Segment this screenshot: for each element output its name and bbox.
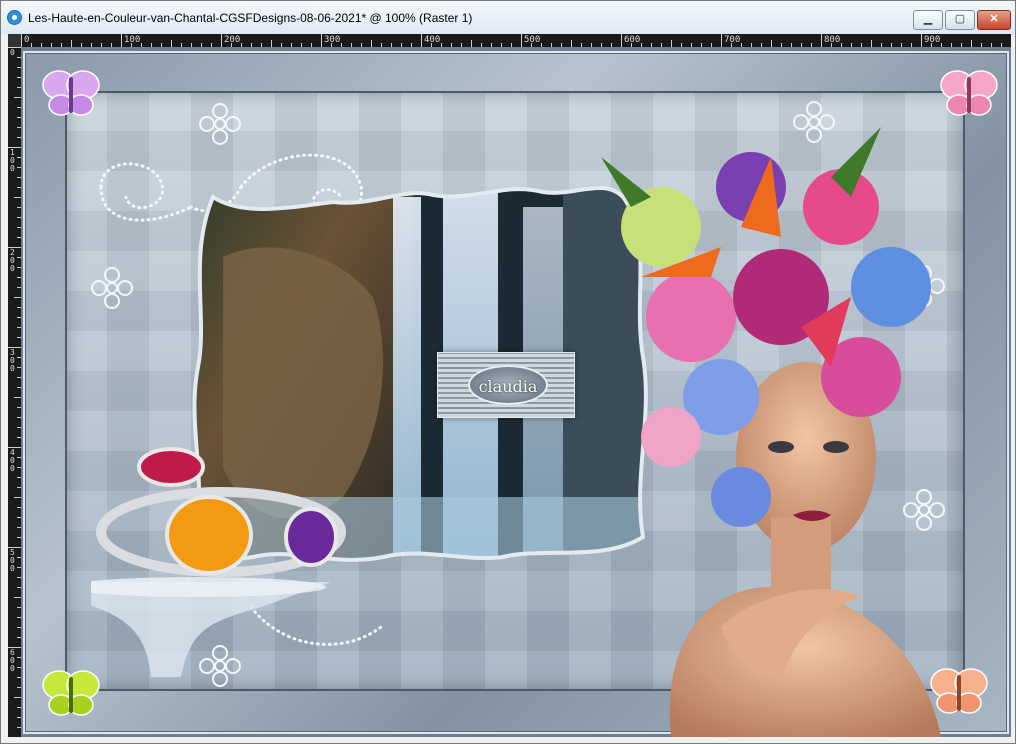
- ruler-label: 0: [24, 35, 30, 45]
- close-icon: ✕: [989, 13, 999, 25]
- ruler-label: 500: [10, 548, 15, 573]
- pink-butterfly-icon: [940, 70, 998, 116]
- watermark-logo: claudia: [437, 352, 575, 418]
- flower-ornament-icon: [91, 267, 133, 309]
- ruler-label: 800: [824, 35, 841, 45]
- image-canvas[interactable]: claudia: [21, 47, 1011, 737]
- ruler-ticks: [21, 34, 1002, 47]
- ruler-label: 400: [10, 448, 15, 473]
- watermark-text: claudia: [478, 377, 538, 396]
- ruler-label: 700: [724, 35, 741, 45]
- woman-with-flowers-image: [601, 127, 941, 737]
- ruler-label: 400: [424, 35, 441, 45]
- orange-butterfly-icon: [930, 668, 988, 714]
- green-butterfly-icon: [42, 670, 100, 716]
- ruler-label: 600: [10, 648, 15, 673]
- ruler-label: 200: [224, 35, 241, 45]
- window-title: Les-Haute-en-Couleur-van-Chantal-CGSFDes…: [28, 11, 473, 25]
- watermark-badge: claudia: [468, 365, 548, 405]
- app-icon[interactable]: [7, 10, 22, 25]
- ruler-label: 300: [10, 348, 15, 373]
- ruler-label: 900: [924, 35, 941, 45]
- ruler-label: 100: [10, 148, 15, 173]
- ruler-label: 0: [10, 48, 15, 57]
- title-bar[interactable]: Les-Haute-en-Couleur-van-Chantal-CGSFDes…: [1, 1, 1015, 34]
- maximize-icon: ▢: [954, 13, 966, 25]
- minimize-icon: ▁: [923, 13, 933, 25]
- gemstone-ring-image: [91, 447, 346, 677]
- ruler-label: 600: [624, 35, 641, 45]
- ruler-label: 200: [10, 248, 15, 273]
- vertical-ruler[interactable]: 0 100 200 300 400 500 600: [8, 47, 21, 737]
- flower-ornament-icon: [199, 103, 241, 145]
- ruler-label: 300: [324, 35, 341, 45]
- purple-butterfly-icon: [42, 70, 100, 116]
- ruler-label: 500: [524, 35, 541, 45]
- maximize-button[interactable]: ▢: [945, 10, 975, 30]
- close-button[interactable]: ✕: [977, 10, 1011, 30]
- ruler-corner: [8, 34, 21, 47]
- horizontal-ruler[interactable]: 0 100 200 300 400 500 600 700 800 900: [21, 34, 1011, 47]
- ruler-label: 100: [124, 35, 141, 45]
- minimize-button[interactable]: ▁: [913, 10, 943, 30]
- image-window: Les-Haute-en-Couleur-van-Chantal-CGSFDes…: [0, 0, 1016, 744]
